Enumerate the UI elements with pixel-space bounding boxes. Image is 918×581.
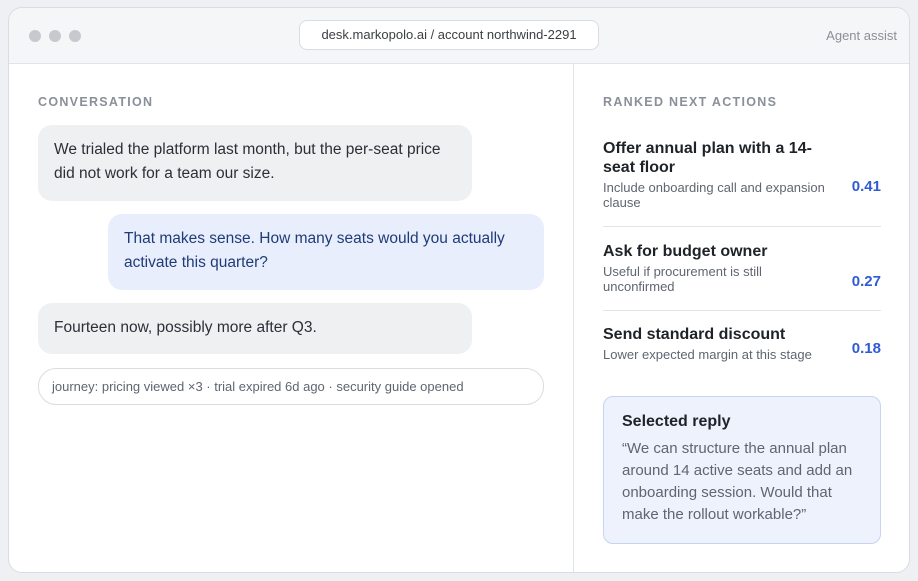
action-score: 0.27: [851, 273, 881, 290]
agent-assist-label[interactable]: Agent assist: [826, 28, 897, 43]
action-subtitle: Lower expected margin at this stage: [603, 347, 812, 362]
customer-message: Fourteen now, possibly more after Q3.: [38, 303, 472, 354]
action-subtitle: Useful if procurement is still unconfirm…: [603, 264, 762, 294]
selected-reply-card[interactable]: Selected reply “We can structure the ann…: [603, 396, 881, 544]
selected-reply-title: Selected reply: [622, 413, 731, 430]
next-actions-pane: RANKED NEXT ACTIONS Offer annual plan wi…: [574, 64, 909, 572]
action-score: 0.41: [851, 178, 881, 195]
action-subtitle: Include onboarding call and expansion cl…: [603, 180, 825, 210]
selected-reply-text: “We can structure the annual plan around…: [622, 440, 853, 523]
journey-summary-pill: journey: pricing viewed ×3 · trial expir…: [38, 368, 544, 405]
conversation-pane: CONVERSATION We trialed the platform las…: [9, 64, 573, 572]
customer-message: We trialed the platform last month, but …: [38, 125, 472, 201]
conversation-heading: CONVERSATION: [38, 95, 154, 109]
next-action-item[interactable]: Ask for budget owner Useful if procureme…: [603, 242, 881, 311]
next-action-item[interactable]: Send standard discount Lower expected ma…: [603, 325, 881, 385]
title-bar: desk.markopolo.ai / account northwind-22…: [9, 8, 909, 64]
window-minimize-dot[interactable]: [49, 30, 61, 42]
action-title: Send standard discount: [603, 326, 786, 343]
action-title: Ask for budget owner: [603, 243, 768, 260]
next-actions-heading: RANKED NEXT ACTIONS: [603, 95, 778, 109]
window-close-dot[interactable]: [29, 30, 41, 42]
action-score: 0.18: [851, 340, 881, 357]
action-title: Offer annual plan with a 14-seat floor: [603, 140, 812, 176]
agent-message: That makes sense. How many seats would y…: [108, 214, 544, 290]
address-bar[interactable]: desk.markopolo.ai / account northwind-22…: [299, 20, 599, 50]
next-action-item[interactable]: Offer annual plan with a 14-seat floor I…: [603, 139, 881, 227]
window-maximize-dot[interactable]: [69, 30, 81, 42]
app-window: desk.markopolo.ai / account northwind-22…: [8, 7, 910, 573]
